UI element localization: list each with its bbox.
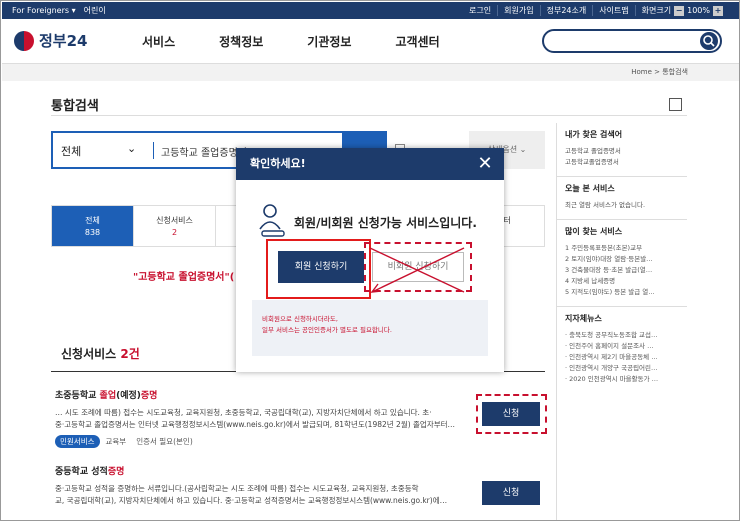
kids-link[interactable]: 어린이 [84, 5, 106, 16]
highlight-dashed-box [476, 394, 547, 434]
section-title: 신청서비스 2건 [61, 345, 140, 362]
news-item[interactable]: · 인천광역시 개양구 국공립어린… [565, 363, 685, 374]
today-services: 오늘 본 서비스 최근 열람 서비스가 없습니다. [557, 177, 687, 220]
chevron-down-icon[interactable]: ⌄ [127, 142, 136, 155]
item-agency: 교육부 [105, 437, 127, 446]
tab-apply-label: 신청서비스 [156, 216, 193, 225]
highlight-solid-box [266, 239, 371, 299]
nav-policy[interactable]: 정책정보 [219, 33, 263, 50]
item-description: … 시도 조례에 따름) 접수는 시도교육청, 교육지원청, 초중등학교, 국공… [55, 407, 475, 431]
close-icon[interactable]: ✕ [476, 155, 494, 173]
tab-apply-services[interactable]: 신청서비스 2 [134, 206, 216, 246]
tab-all[interactable]: 전체 838 [52, 206, 134, 246]
modal-header: 확인하세요! ✕ [236, 148, 504, 180]
item-title-highlight: 증명 [140, 391, 158, 401]
tab-all-label: 전체 [85, 216, 100, 225]
screen-size-label: 화면크기 [641, 6, 672, 15]
popular-service-item[interactable]: 5 지적도(임야도) 등본 발급 열… [565, 287, 685, 298]
zoom-level: 100% [687, 6, 710, 15]
item-desc-line: 중·고등학교 성적을 증명하는 서류입니다.(공사립학교는 시도 조례에 따름)… [55, 484, 419, 493]
popular-service-item[interactable]: 1 주민등록표등본(초본)교부 [565, 243, 685, 254]
today-service-empty: 최근 열람 서비스가 없습니다. [565, 201, 646, 209]
browser-frame: For Foreigners ▾ 어린이 로그인 회원가입 정부24소개 사이트… [0, 0, 740, 521]
list-item: 중등학교 성적증명 중·고등학교 성적을 증명하는 서류입니다.(공사립학교는 … [55, 464, 475, 507]
sitemap-link[interactable]: 사이트맵 [592, 5, 634, 16]
item-title-text: 초중등학교 [55, 391, 100, 401]
item-desc-line: … 시도 조례에 따름) 접수는 시도교육청, 교육지원청, 초중등학교, 국공… [55, 408, 432, 417]
print-icon[interactable] [669, 98, 682, 111]
today-services-title: 오늘 본 서비스 [565, 184, 615, 193]
item-title[interactable]: 초중등학교 졸업(예정)증명 [55, 388, 475, 401]
title-divider [51, 115, 687, 116]
login-link[interactable]: 로그인 [463, 5, 497, 16]
modal-info-line: 일부 서비스는 공인인증서가 별도로 필요합니다. [262, 326, 392, 334]
site-logo[interactable]: 정부24 [14, 30, 87, 51]
modal-info-box: 비회원으로 신청하시더라도, 일부 서비스는 공인인증서가 별도로 필요합니다. [252, 300, 488, 356]
page-title: 통합검색 [51, 99, 99, 114]
item-desc-line: 교, 국공립대학(교), 지방자치단체에서 하고 있습니다. 중·고등학교 성적… [55, 496, 448, 505]
tab-all-count: 838 [84, 228, 101, 237]
item-description: 중·고등학교 성적을 증명하는 서류입니다.(공사립학교는 시도 조례에 따름)… [55, 483, 475, 507]
search-input[interactable]: 고등학교 졸업증명서 [161, 144, 247, 159]
about-link[interactable]: 정부24소개 [539, 5, 593, 16]
list-item: 초중등학교 졸업(예정)증명 … 시도 조례에 따름) 접수는 시도교육청, 교… [55, 388, 475, 448]
signup-link[interactable]: 회원가입 [497, 5, 539, 16]
recent-search-item[interactable]: 고등학교졸업증명서 [565, 157, 685, 168]
recent-search-item[interactable]: 고등학교 졸업증명서 [565, 146, 685, 157]
taegeuk-logo-icon [14, 30, 34, 51]
screen-size-control: 화면크기 − 100% + [634, 5, 732, 16]
item-meta: 민원서비스 교육부 인증서 필요(본인) [55, 435, 475, 448]
top-utility-bar: For Foreigners ▾ 어린이 로그인 회원가입 정부24소개 사이트… [2, 2, 739, 19]
search-scope-select[interactable]: 전체 [61, 143, 81, 159]
breadcrumb: Home > 통합검색 [2, 64, 739, 81]
popular-services-title: 많이 찾는 서비스 [565, 227, 623, 236]
search-icon[interactable] [700, 32, 718, 50]
for-foreigners-link[interactable]: For Foreigners ▾ [12, 6, 76, 15]
item-title-text: (예정) [116, 391, 141, 401]
tab-apply-count: 2 [171, 228, 178, 237]
confirm-modal: 확인하세요! ✕ 회원/비회원 신청가능 서비스입니다. 회원 신청하기 비회원… [236, 148, 504, 372]
news-item[interactable]: · 충북도청 공무직노동조합 교섭… [565, 330, 685, 341]
nav-agency[interactable]: 기관정보 [307, 33, 351, 50]
zoom-out-button[interactable]: − [674, 5, 685, 16]
main-nav: 서비스 정책정보 기관정보 고객센터 [142, 33, 484, 50]
item-title[interactable]: 중등학교 성적증명 [55, 464, 475, 477]
sidebar: 내가 찾은 검색어 고등학교 졸업증명서 고등학교졸업증명서 오늘 본 서비스 … [557, 123, 687, 393]
news-item[interactable]: · 인천광역시 제2기 마을공동체 … [565, 352, 685, 363]
local-news: 지자체뉴스 · 충북도청 공무직노동조합 교섭… · 인천주어 홈페이지 설문조… [557, 307, 687, 393]
header-search-input[interactable] [542, 29, 722, 53]
site-header: 정부24 서비스 정책정보 기관정보 고객센터 [2, 19, 739, 64]
nav-support[interactable]: 고객센터 [395, 33, 439, 50]
item-title-text: 중등학교 성적 [55, 467, 108, 477]
modal-info-line: 비회원으로 신청하시더라도, [262, 315, 338, 323]
local-news-title: 지자체뉴스 [565, 314, 602, 323]
apply-button[interactable]: 신청 [482, 481, 540, 505]
member-user-icon [259, 204, 285, 237]
nav-services[interactable]: 서비스 [142, 33, 175, 50]
cross-out-mark-icon [369, 247, 465, 293]
item-title-highlight: 졸업 [99, 391, 117, 401]
section-title-text: 신청서비스 [61, 347, 117, 361]
popular-service-item[interactable]: 4 지방세 납세증명 [565, 276, 685, 287]
item-desc-line: 중·고등학교 졸업증명서는 인터넷 교육행정정보시스템(www.neis.go.… [55, 420, 456, 429]
popular-service-item[interactable]: 3 건축물대장 등·초본 발급(열… [565, 265, 685, 276]
search-result-notice: "고등학교 졸업증명서"( [133, 272, 235, 283]
recent-searches: 내가 찾은 검색어 고등학교 졸업증명서 고등학교졸업증명서 [557, 123, 687, 177]
modal-message: 회원/비회원 신청가능 서비스입니다. [294, 216, 477, 230]
popular-services: 많이 찾는 서비스 1 주민등록표등본(초본)교부 2 토지(임야)대장 열람·… [557, 220, 687, 307]
news-item[interactable]: · 2020 인천광역시 마을활동가 … [565, 374, 685, 385]
recent-searches-title: 내가 찾은 검색어 [565, 130, 623, 139]
modal-title: 확인하세요! [250, 157, 306, 170]
zoom-in-button[interactable]: + [713, 5, 723, 16]
news-item[interactable]: · 인천주어 홈페이지 설문조사 … [565, 341, 685, 352]
item-requirement: 인증서 필요(본인) [136, 437, 193, 446]
logo-text: 정부24 [39, 32, 88, 50]
item-title-highlight: 증명 [107, 467, 125, 477]
search-divider [153, 142, 154, 159]
category-badge: 민원서비스 [55, 435, 100, 448]
popular-service-item[interactable]: 2 토지(임야)대장 열람·등본발… [565, 254, 685, 265]
section-count: 2건 [120, 347, 140, 361]
